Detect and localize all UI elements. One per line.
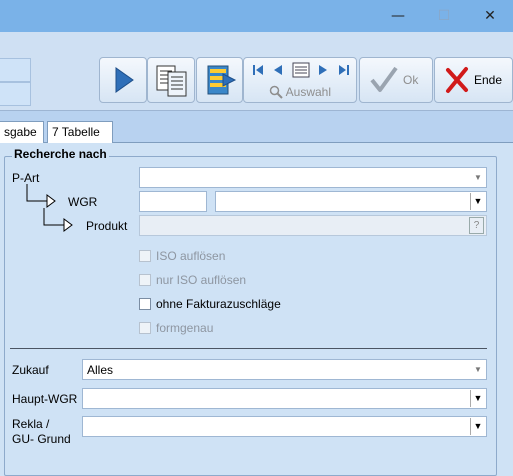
maximize-button[interactable]: ☐	[421, 0, 467, 32]
left-panel-stub-top	[0, 58, 31, 82]
tab-ausgabe[interactable]: sgabe	[0, 121, 44, 143]
tab-tabelle[interactable]: 7 Tabelle	[47, 121, 113, 144]
recherche-title: Recherche nach	[12, 147, 109, 161]
tab-tabelle-label: 7 Tabelle	[52, 125, 100, 139]
export-button[interactable]	[196, 57, 243, 103]
report-button[interactable]	[147, 57, 195, 103]
auswahl-button[interactable]: Auswahl	[245, 83, 355, 101]
iso-aufloesen-label: ISO auflösen	[156, 249, 226, 263]
last-record-button[interactable]	[336, 61, 352, 79]
section-divider	[10, 348, 487, 349]
chevron-down-icon[interactable]: ▼	[471, 169, 485, 186]
zukauf-label: Zukauf	[12, 363, 49, 377]
checkmark-icon	[370, 66, 398, 92]
ende-label: Ende	[474, 73, 503, 87]
help-icon[interactable]: ?	[469, 217, 484, 234]
formgenau-label: formgenau	[156, 321, 214, 335]
part-label: P-Art	[12, 171, 40, 185]
tab-ausgabe-label: sgabe	[4, 125, 37, 139]
list-icon	[292, 62, 310, 78]
first-icon	[253, 65, 263, 75]
left-panel-stub-bottom	[0, 82, 31, 106]
export-icon	[207, 65, 237, 95]
ohne-fakturazuschlaege-checkbox[interactable]	[139, 298, 151, 310]
haupt-wgr-label: Haupt-WGR	[12, 392, 78, 406]
record-list-button[interactable]	[291, 61, 311, 79]
ok-label: Ok	[403, 73, 419, 87]
rekla-label-line1: Rekla /	[12, 417, 50, 431]
last-icon	[339, 65, 349, 75]
chevron-down-icon[interactable]: ▼	[471, 361, 485, 378]
formgenau-checkbox[interactable]	[139, 322, 151, 334]
produkt-label: Produkt	[86, 219, 128, 233]
chevron-down-icon[interactable]: ▼	[470, 390, 485, 407]
produkt-input: ?	[139, 215, 487, 236]
ok-button[interactable]: Ok	[359, 57, 433, 103]
wgr-label: WGR	[68, 195, 98, 209]
wgr-code-input[interactable]	[139, 191, 207, 212]
nur-iso-aufloesen-checkbox[interactable]	[139, 274, 151, 286]
part-select[interactable]: ▼	[139, 167, 487, 188]
magnifier-icon	[269, 85, 283, 99]
zukauf-value: Alles	[87, 363, 114, 377]
chevron-down-icon[interactable]: ▼	[470, 418, 485, 435]
nur-iso-aufloesen-label: nur ISO auflösen	[156, 273, 247, 287]
tree-connector	[26, 184, 73, 232]
close-x-icon	[446, 67, 468, 93]
run-button[interactable]	[99, 57, 147, 103]
minimize-button[interactable]: —	[375, 0, 421, 32]
report-icon	[156, 65, 187, 97]
ende-button[interactable]: Ende	[434, 57, 513, 103]
wgr-select[interactable]: ▼	[215, 191, 487, 212]
rekla-select[interactable]: ▼	[82, 416, 487, 437]
zukauf-select[interactable]: Alles ▼	[82, 359, 487, 380]
ohne-fakturazuschlaege-label: ohne Fakturazuschläge	[156, 297, 281, 311]
play-icon	[115, 67, 134, 93]
haupt-wgr-select[interactable]: ▼	[82, 388, 487, 409]
chevron-down-icon[interactable]: ▼	[470, 193, 485, 210]
close-window-button[interactable]: ✕	[467, 0, 513, 32]
next-record-button[interactable]	[315, 61, 331, 79]
iso-aufloesen-checkbox[interactable]	[139, 250, 151, 262]
first-record-button[interactable]	[250, 61, 266, 79]
previous-record-button[interactable]	[270, 61, 286, 79]
rekla-label-line2: GU- Grund	[12, 432, 71, 446]
next-icon	[319, 65, 327, 75]
auswahl-label: Auswahl	[285, 85, 332, 99]
previous-icon	[274, 65, 282, 75]
